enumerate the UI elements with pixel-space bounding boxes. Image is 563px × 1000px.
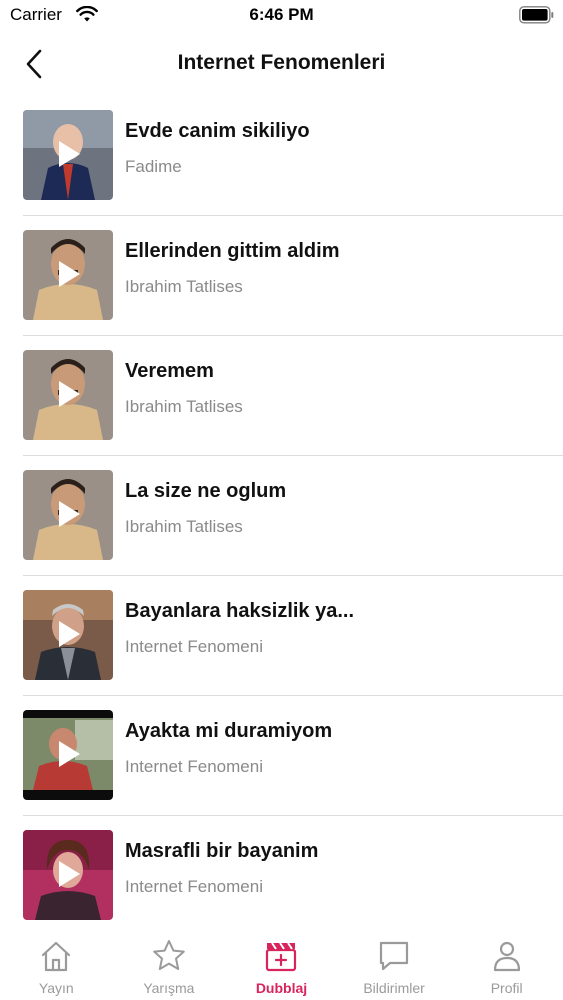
video-title: Masrafli bir bayanim <box>125 840 319 862</box>
clock: 6:46 PM <box>249 5 314 24</box>
tab-label: Yayın <box>38 980 74 996</box>
tab-label: Dubblaj <box>255 980 308 996</box>
navigation-bar: Internet Fenomenleri <box>0 32 563 96</box>
video-artist: Ibrahim Tatlises <box>125 277 243 296</box>
video-thumbnail[interactable] <box>23 590 113 680</box>
list-item[interactable]: Ellerinden gittim aldim Ibrahim Tatlises <box>0 216 563 336</box>
tab-yarisma[interactable]: Yarışma <box>113 932 226 1000</box>
tab-bar: Yayın Yarışma Dubblaj Bildirimler Profil <box>0 932 563 1000</box>
video-title: La size ne oglum <box>125 480 287 502</box>
video-title: Ayakta mi duramiyom <box>125 720 333 742</box>
video-artist: Fadime <box>125 157 182 176</box>
video-list[interactable]: Evde canim sikiliyo Fadime Ellerinden gi… <box>0 96 563 932</box>
video-thumbnail[interactable] <box>23 110 113 200</box>
star-icon <box>153 940 185 970</box>
video-artist: Internet Fenomeni <box>125 637 263 656</box>
tab-profil[interactable]: Profil <box>450 932 563 1000</box>
video-thumbnail[interactable] <box>23 350 113 440</box>
page-title: Internet Fenomenleri <box>177 51 386 74</box>
list-item[interactable]: Veremem Ibrahim Tatlises <box>0 336 563 456</box>
video-thumbnail[interactable] <box>23 470 113 560</box>
tab-dubblaj[interactable]: Dubblaj <box>225 932 338 1000</box>
play-icon <box>59 381 80 407</box>
tab-label: Bildirimler <box>363 980 425 996</box>
video-title: Ellerinden gittim aldim <box>125 240 340 262</box>
video-thumbnail[interactable] <box>23 230 113 320</box>
video-artist: Ibrahim Tatlises <box>125 397 243 416</box>
tab-yayin[interactable]: Yayın <box>0 932 113 1000</box>
clapperboard-icon <box>266 942 297 972</box>
list-item[interactable]: Bayanlara haksizlik ya... Internet Fenom… <box>0 576 563 696</box>
status-bar: Carrier 6:46 PM <box>0 0 563 32</box>
tab-bildirimler[interactable]: Bildirimler <box>338 932 451 1000</box>
play-icon <box>59 861 80 887</box>
video-thumbnail[interactable] <box>23 830 113 920</box>
list-item[interactable]: Ayakta mi duramiyom Internet Fenomeni <box>0 696 563 816</box>
play-icon <box>59 621 80 647</box>
chat-bubble-icon <box>379 941 409 971</box>
play-icon <box>59 141 80 167</box>
video-artist: Ibrahim Tatlises <box>125 517 243 536</box>
play-icon <box>59 741 80 767</box>
video-artist: Internet Fenomeni <box>125 757 263 776</box>
battery-icon <box>519 6 554 24</box>
video-title: Evde canim sikiliyo <box>125 120 310 142</box>
tab-label: Yarışma <box>143 980 195 996</box>
list-item[interactable]: Masrafli bir bayanim Internet Fenomeni <box>0 816 563 932</box>
video-title: Bayanlara haksizlik ya... <box>125 600 355 622</box>
list-item[interactable]: Evde canim sikiliyo Fadime <box>0 96 563 216</box>
tab-label: Profil <box>490 980 523 996</box>
video-title: Veremem <box>125 360 214 382</box>
video-thumbnail[interactable] <box>23 710 113 800</box>
play-icon <box>59 261 80 287</box>
list-item[interactable]: La size ne oglum Ibrahim Tatlises <box>0 456 563 576</box>
home-icon <box>42 941 71 972</box>
person-icon <box>493 941 520 972</box>
play-icon <box>59 501 80 527</box>
video-artist: Internet Fenomeni <box>125 877 263 896</box>
